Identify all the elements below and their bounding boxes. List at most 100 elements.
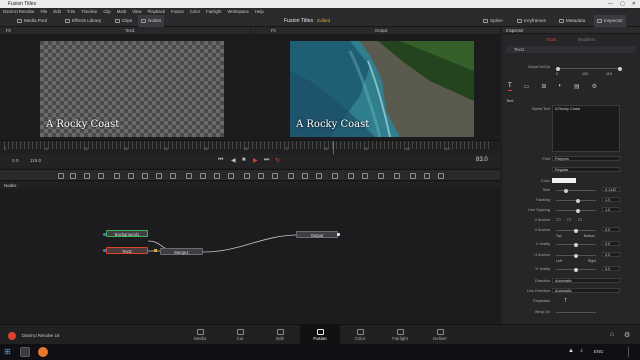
particles-tool-icon[interactable] [244,173,250,179]
paint-tool-icon[interactable] [98,173,104,179]
line-spacing-value[interactable]: 1.0 [602,207,620,212]
close-button[interactable]: ✕ [632,0,636,8]
right-viewer-zoom[interactable]: Fit [271,27,276,34]
tracker-tool-icon[interactable] [394,173,400,179]
tool-header[interactable]: Text1 [506,46,636,53]
firefox-taskbar-icon[interactable] [38,347,48,357]
line-direction-select[interactable]: Automatic [552,288,620,293]
settings-gear-icon[interactable]: ⚙ [624,331,630,339]
font-style-select[interactable]: Regular [552,167,620,172]
size-value[interactable]: 0.1142 [602,187,620,192]
shading-tab-icon[interactable]: ◐ [558,83,562,91]
saver-tool-icon[interactable] [438,173,444,179]
menu-edit[interactable]: Edit [50,8,63,15]
v-anchor-slider[interactable] [556,228,596,233]
play-icon[interactable]: ▶ [253,157,258,164]
image-tool-icon[interactable] [70,173,76,179]
slider-handle[interactable] [576,198,580,203]
v-justify-value[interactable]: 0.0 [602,241,620,246]
keyframes-button[interactable]: Keyframes [514,15,549,27]
font-select[interactable]: Papyrus [552,156,620,161]
line-spacing-slider[interactable] [556,208,596,213]
menu-workspace[interactable]: Workspace [224,8,251,15]
davinci-taskbar-icon[interactable] [20,347,30,357]
metadata-button[interactable]: Metadata [556,15,588,27]
page-fusion[interactable]: Fusion [300,325,340,345]
anchor-bottom-icon[interactable]: ▭ [577,217,582,223]
clips-button[interactable]: Clips [112,15,135,27]
menu-fusion[interactable]: Fusion [168,8,187,15]
slider-handle[interactable] [574,228,578,233]
loop-icon[interactable]: ↻ [275,157,280,164]
menu-playback[interactable]: Playback [145,8,168,15]
menu-view[interactable]: View [129,8,144,15]
inspector-button[interactable]: Inspector [594,15,626,27]
anchor-middle-icon[interactable]: ▭ [567,217,572,223]
merge-tool-icon[interactable] [142,173,148,179]
media-pool-button[interactable]: Media Pool [14,15,50,27]
bspline-tool-icon[interactable] [200,173,206,179]
node-output[interactable]: Output [296,231,338,238]
windows-start-icon[interactable]: ⊞ [4,347,11,356]
spline-button[interactable]: Spline [480,15,506,27]
planar-tool-icon[interactable] [410,173,416,179]
node-output-port[interactable] [337,233,340,236]
page-edit[interactable]: Edit [260,325,300,345]
text-tool-icon[interactable] [84,173,90,179]
right-viewer-canvas[interactable]: A Rocky Coast [290,41,474,137]
shape3d-tool-icon[interactable] [258,173,264,179]
ellipse-tool-icon[interactable] [214,173,220,179]
timeline-ruler[interactable]: 0 10 20 30 40 50 60 70 80 90 100 110 [0,140,500,155]
home-icon[interactable]: ⌂ [610,331,614,338]
slider-handle[interactable] [576,208,580,213]
light-tool-icon[interactable] [378,173,384,179]
page-fairlight[interactable]: Fairlight [380,325,420,345]
slider-handle[interactable] [574,267,578,272]
polygon-tool-icon[interactable] [186,173,192,179]
menu-mark[interactable]: Mark [114,8,130,15]
network-icon[interactable]: ▲ [568,348,574,354]
text-tab-icon[interactable]: T [508,83,512,91]
node-background[interactable]: Background1 [106,230,148,237]
node-text[interactable]: Text1 [106,247,148,254]
slider-handle[interactable] [618,66,622,71]
slider-handle[interactable] [574,242,578,247]
prender-tool-icon[interactable] [362,173,368,179]
maximize-button[interactable]: ▢ [620,0,625,8]
renderer3d-tool-icon[interactable] [288,173,294,179]
transform-tab-icon[interactable]: ⊞ [541,83,546,91]
h-justify-slider[interactable] [556,267,596,272]
node-output-port[interactable] [103,233,106,236]
merge3d-tool-icon[interactable] [316,173,322,179]
slider-handle[interactable] [574,253,578,258]
node-editor[interactable]: Nodes Background1 Text1 Merge1 Output [0,182,500,324]
left-viewer-zoom[interactable]: Fit [6,27,11,34]
left-viewer-canvas[interactable]: A Rocky Coast [40,41,224,137]
blur-tool-icon[interactable] [114,173,120,179]
h-anchor-slider[interactable] [556,253,596,258]
node-merge[interactable]: Merge1 [160,248,203,255]
page-cut[interactable]: Cut [220,325,260,345]
menu-davinci[interactable]: DaVinci Resolve [0,8,37,15]
menu-fairlight[interactable]: Fairlight [203,8,224,15]
v-justify-slider[interactable] [556,242,596,247]
render-end-field[interactable]: 119.0 [30,158,41,163]
menu-color[interactable]: Color [187,8,203,15]
tab-modifiers[interactable]: Modifiers [578,37,595,42]
styled-text-input[interactable]: A Rocky Coast [552,105,620,152]
minimize-button[interactable]: — [608,0,613,8]
emphasis-value[interactable]: T [564,298,567,304]
menu-file[interactable]: File [37,8,50,15]
render-start-field[interactable]: 0.0 [12,158,18,163]
pemitter-tool-icon[interactable] [348,173,354,179]
show-desktop-button[interactable] [628,347,632,357]
go-to-start-icon[interactable]: ⏮ [218,157,223,164]
transform-tool-icon[interactable] [170,173,176,179]
loader-tool-icon[interactable] [424,173,430,179]
direction-select[interactable]: Automatic [552,278,620,283]
node-input-port[interactable] [154,249,157,252]
h-justify-value[interactable]: 0.0 [602,266,620,271]
image-tab-icon[interactable]: ▤ [574,83,580,91]
wrap-on-slider[interactable] [556,312,596,313]
global-inout-slider[interactable] [556,66,622,71]
